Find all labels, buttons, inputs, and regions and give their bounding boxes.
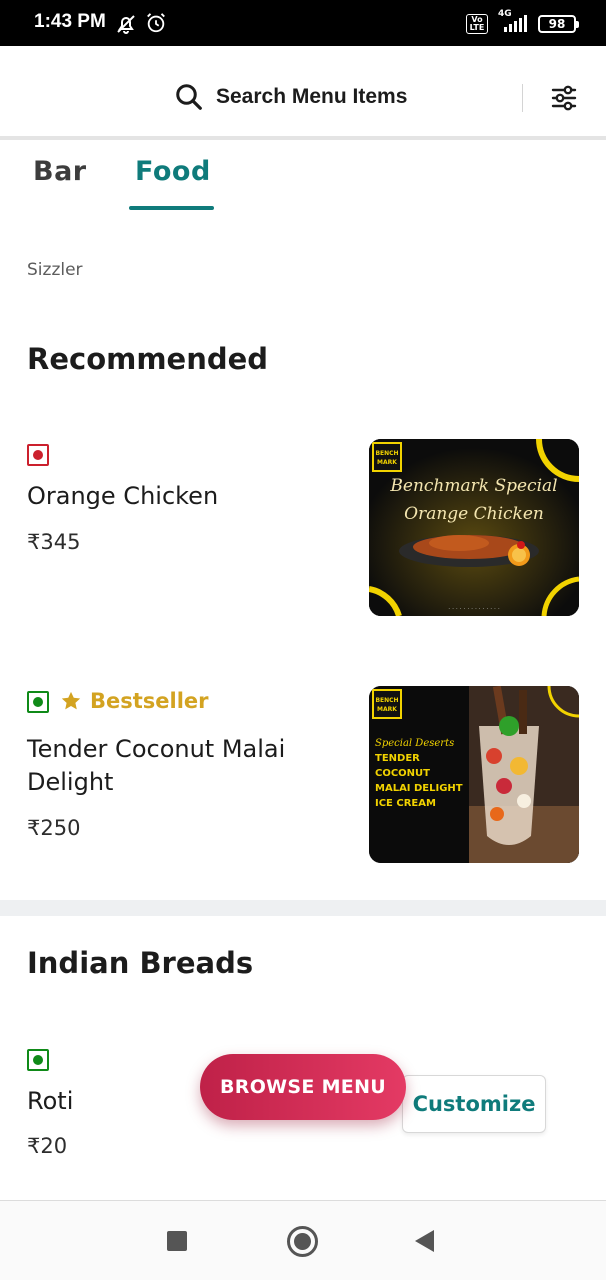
svg-text:COCONUT: COCONUT bbox=[375, 768, 430, 779]
filter-sliders-icon[interactable] bbox=[548, 82, 580, 114]
battery-icon: 98 bbox=[538, 15, 579, 33]
svg-text:MARK: MARK bbox=[377, 459, 397, 466]
bestseller-label: Bestseller bbox=[90, 689, 209, 713]
item-price: ₹345 bbox=[27, 530, 81, 554]
svg-text:· · · · · · · · · · · · · ·: · · · · · · · · · · · · · · bbox=[448, 606, 500, 613]
non-veg-icon bbox=[27, 444, 49, 466]
item-image-orange-chicken[interactable]: BENCH MARK Benchmark Special Orange Chic… bbox=[369, 439, 579, 616]
category-label: Sizzler bbox=[27, 260, 83, 280]
home-icon[interactable] bbox=[287, 1226, 318, 1257]
search-icon bbox=[176, 84, 202, 110]
tab-bar[interactable]: Bar bbox=[33, 156, 87, 187]
search-label: Search Menu Items bbox=[216, 85, 408, 108]
item-price: ₹250 bbox=[27, 816, 81, 840]
svg-text:MALAI DELIGHT: MALAI DELIGHT bbox=[375, 783, 463, 794]
svg-text:BENCH: BENCH bbox=[375, 450, 398, 457]
section-title-recommended: Recommended bbox=[27, 342, 269, 376]
svg-text:ICE CREAM: ICE CREAM bbox=[375, 798, 436, 809]
section-separator bbox=[0, 900, 606, 916]
recents-icon[interactable] bbox=[167, 1231, 187, 1251]
item-name[interactable]: Orange Chicken bbox=[27, 480, 218, 513]
system-navigation-bar bbox=[0, 1200, 606, 1280]
status-time: 1:43 PM bbox=[34, 11, 106, 32]
svg-text:MARK: MARK bbox=[377, 706, 397, 713]
status-bar: 1:43 PM Vo LTE 4G 98 bbox=[0, 0, 606, 46]
star-icon bbox=[61, 691, 81, 710]
header-divider bbox=[522, 84, 523, 112]
search-menu-button[interactable]: Search Menu Items bbox=[174, 82, 407, 112]
browse-menu-button[interactable]: BROWSE MENU bbox=[200, 1054, 406, 1120]
image-caption-2: Orange Chicken bbox=[404, 504, 544, 524]
muted-bell-icon bbox=[114, 12, 138, 40]
image-caption-1: Special Deserts bbox=[375, 738, 454, 749]
signal-icon: 4G bbox=[496, 9, 530, 35]
active-tab-indicator bbox=[129, 206, 214, 210]
menu-header: Search Menu Items bbox=[0, 46, 606, 138]
veg-icon bbox=[27, 691, 49, 713]
item-name[interactable]: Roti bbox=[27, 1085, 73, 1118]
svg-text:TENDER: TENDER bbox=[375, 753, 420, 764]
back-icon[interactable] bbox=[415, 1230, 434, 1252]
menu-tabs: Bar Food bbox=[0, 140, 606, 212]
volte-icon: Vo LTE bbox=[466, 14, 488, 34]
veg-icon bbox=[27, 1049, 49, 1071]
alarm-icon bbox=[145, 12, 167, 38]
item-price: ₹20 bbox=[27, 1134, 68, 1158]
item-name[interactable]: Tender Coconut Malai Delight bbox=[27, 733, 327, 799]
bestseller-badge: Bestseller bbox=[60, 689, 209, 713]
item-image-coconut-malai[interactable]: BENCH MARK Special Deserts TENDER COCONU… bbox=[369, 686, 579, 863]
customize-button[interactable]: Customize bbox=[402, 1075, 546, 1133]
image-caption-1: Benchmark Special bbox=[389, 476, 557, 496]
section-title-indian-breads: Indian Breads bbox=[27, 946, 254, 980]
tab-food[interactable]: Food bbox=[135, 156, 211, 187]
svg-text:BENCH: BENCH bbox=[375, 697, 398, 704]
